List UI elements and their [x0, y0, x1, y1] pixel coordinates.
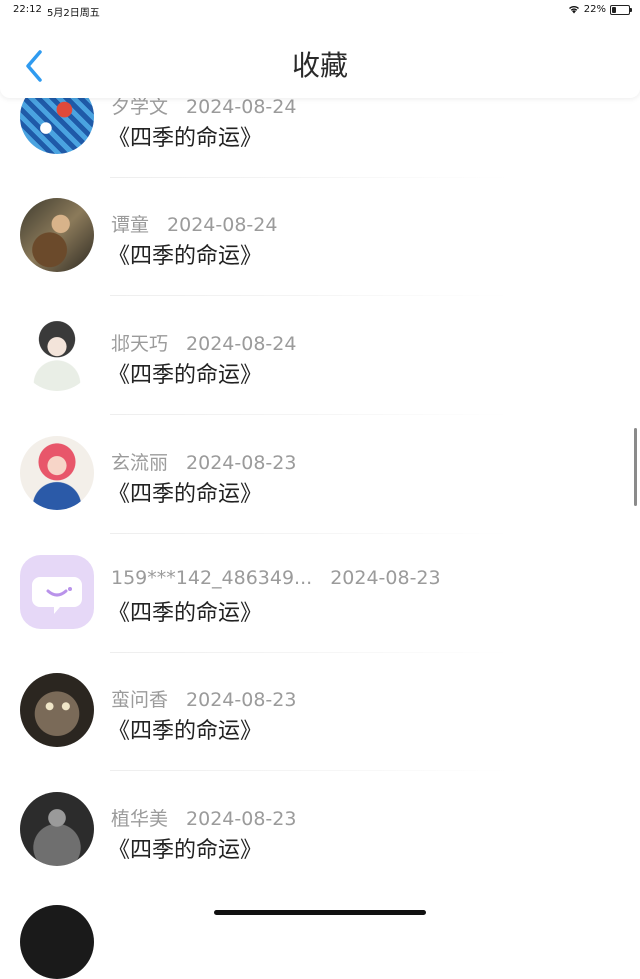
book-title: 《四季的命运》: [108, 244, 263, 269]
nav-header: 收藏: [0, 20, 640, 98]
divider: [110, 533, 510, 534]
user-name: 159***142_486349...: [111, 567, 313, 589]
book-title: 《四季的命运》: [108, 719, 263, 744]
favorite-date: 2024-08-23: [330, 567, 441, 589]
avatar: [20, 673, 94, 747]
favorites-list: 夕学文 2024-08-24 《四季的命运》 谭童 2024-08-24 《四季的命…: [0, 0, 640, 979]
avatar: [20, 792, 94, 866]
user-name: 蛮问香: [111, 689, 169, 711]
divider: [110, 414, 510, 415]
status-bar: 22:12 5月2日周五 22%: [0, 0, 640, 20]
avatar: [20, 555, 94, 629]
scroll-indicator[interactable]: [634, 428, 637, 506]
divider: [110, 770, 510, 771]
battery-percent: 22%: [583, 4, 606, 15]
status-time: 22:12: [13, 4, 42, 15]
favorite-date: 2024-08-24: [186, 96, 297, 118]
page-title: 收藏: [291, 49, 348, 82]
favorite-date: 2024-08-23: [186, 689, 297, 711]
home-indicator[interactable]: [214, 910, 426, 915]
list-item[interactable]: 蛮问香 2024-08-23 《四季的命运》: [0, 655, 640, 773]
list-item[interactable]: 邶天巧 2024-08-24 《四季的命运》: [0, 299, 640, 417]
list-item[interactable]: 159***142_486349... 2024-08-23 《四季的命运》: [0, 537, 640, 655]
book-title: 《四季的命运》: [108, 838, 263, 863]
user-name: 玄流丽: [111, 452, 169, 474]
avatar: [20, 436, 94, 510]
list-item[interactable]: 玄流丽 2024-08-23 《四季的命运》: [0, 418, 640, 536]
book-title: 《四季的命运》: [108, 601, 263, 626]
divider: [110, 295, 510, 296]
wifi-icon: [568, 6, 579, 14]
favorite-date: 2024-08-23: [186, 452, 297, 474]
favorite-date: 2024-08-24: [167, 214, 278, 236]
user-name: 邶天巧: [111, 333, 169, 355]
divider: [110, 177, 510, 178]
status-date: 5月2日周五: [47, 8, 100, 19]
favorite-date: 2024-08-24: [186, 333, 297, 355]
chat-bubble-icon: [32, 577, 82, 614]
battery-fill: [612, 6, 616, 13]
avatar: [20, 198, 94, 272]
book-title: 《四季的命运》: [108, 363, 263, 388]
book-title: 《四季的命运》: [108, 482, 263, 507]
list-item[interactable]: 植华美 2024-08-23 《四季的命运》: [0, 774, 640, 892]
favorite-date: 2024-08-23: [186, 808, 297, 830]
divider: [110, 652, 510, 653]
list-item[interactable]: 谭童 2024-08-24 《四季的命运》: [0, 180, 640, 298]
user-name: 植华美: [111, 808, 169, 830]
book-title: 《四季的命运》: [108, 126, 263, 151]
user-name: 谭童: [111, 214, 150, 236]
avatar: [20, 317, 94, 391]
battery-icon: [610, 4, 632, 15]
user-name: 夕学文: [111, 96, 169, 118]
avatar: [20, 905, 94, 979]
